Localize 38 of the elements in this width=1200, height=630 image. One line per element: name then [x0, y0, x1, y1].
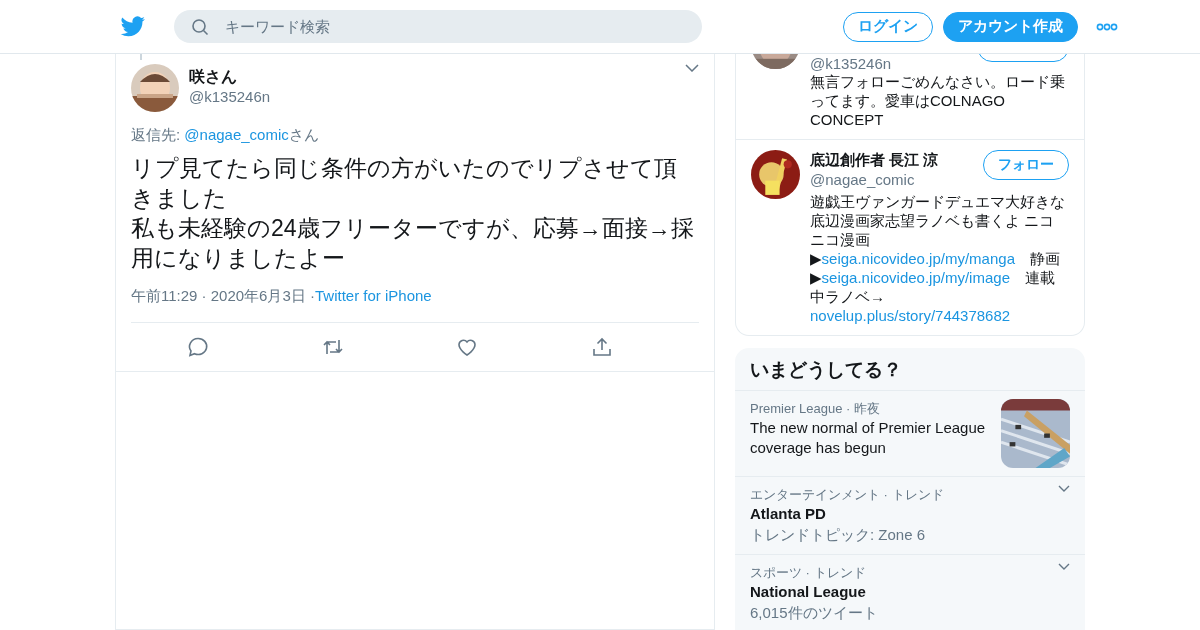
user-bio: 無言フォローごめんなさい。ロード乗ってます。愛車はCOLNAGO CONCEPT	[810, 72, 1066, 129]
tweet-timestamp: 午前11:29 · 2020年6月3日 ·	[131, 287, 315, 306]
trend-meta: スポーツ · トレンド	[750, 564, 867, 582]
trend-count: 6,015件のツイート	[750, 603, 879, 623]
search-field[interactable]: キーワード検索	[174, 10, 702, 43]
login-button[interactable]: ログイン	[843, 11, 933, 42]
bird-icon	[120, 15, 146, 38]
trend-name[interactable]: National League	[750, 582, 1050, 602]
follow-button[interactable]: フォロー	[983, 150, 1069, 180]
tweet-text: リプ見てたら同じ条件の方がいたのでリプさせて頂きました	[131, 154, 678, 213]
trend-meta: Premier League · 昨夜	[750, 400, 882, 418]
chevron-icon[interactable]	[1058, 563, 1070, 571]
user-name: 底辺創作者 長江 涼	[810, 150, 940, 170]
user-bio: 遊戯王ヴァンガードデュエマ大好きな底辺漫画家志望ラノベも書くよ ニコニコ漫画 ▶seiga.nicovideo.jp/my/manga 静画 ▶seiga.nicovideo.jp/my/image 連載中ラノベ→ novelup.plus/story/744378682	[810, 192, 1066, 325]
reply-icon[interactable]	[187, 336, 210, 358]
chevron-icon[interactable]	[1058, 485, 1070, 493]
search-icon	[191, 18, 209, 36]
section-title: いまどうしてる？	[735, 348, 1085, 391]
bio-link[interactable]: seiga.nicovideo.jp/my/manga	[821, 250, 1015, 267]
reply-context: 返信先: @nagae_comicさん	[131, 126, 320, 145]
bio-link[interactable]: seiga.nicovideo.jp/my/image	[821, 269, 1010, 286]
user-handle: @k135246n	[189, 88, 272, 105]
user-handle: @nagae_comic	[810, 170, 916, 190]
trend-count: トレンドトピック: Zone 6	[750, 525, 927, 545]
signup-button[interactable]: アカウント作成	[943, 11, 1078, 42]
source-link[interactable]: Twitter for iPhone	[315, 287, 432, 306]
user-name: 咲さん	[189, 67, 238, 87]
heart-icon[interactable]	[456, 336, 479, 358]
user-handle: @k135246n	[810, 54, 893, 74]
mention-link[interactable]: @nagae_comic	[184, 126, 289, 143]
share-icon[interactable]	[590, 336, 613, 358]
bio-link[interactable]: novelup.plus/story/744378682	[810, 307, 1011, 324]
more-icon[interactable]	[1096, 22, 1118, 31]
news-headline[interactable]: The new normal of Premier League coverage has begun	[750, 418, 993, 458]
trend-meta: エンターテインメント · トレンド	[750, 486, 945, 504]
trend-name[interactable]: Atlanta PD	[750, 504, 1050, 524]
chevron-icon[interactable]	[685, 64, 699, 72]
tweet-text: 私も未経験の24歳フリーターですが、応募→面接→採用になりましたよー	[131, 214, 695, 273]
